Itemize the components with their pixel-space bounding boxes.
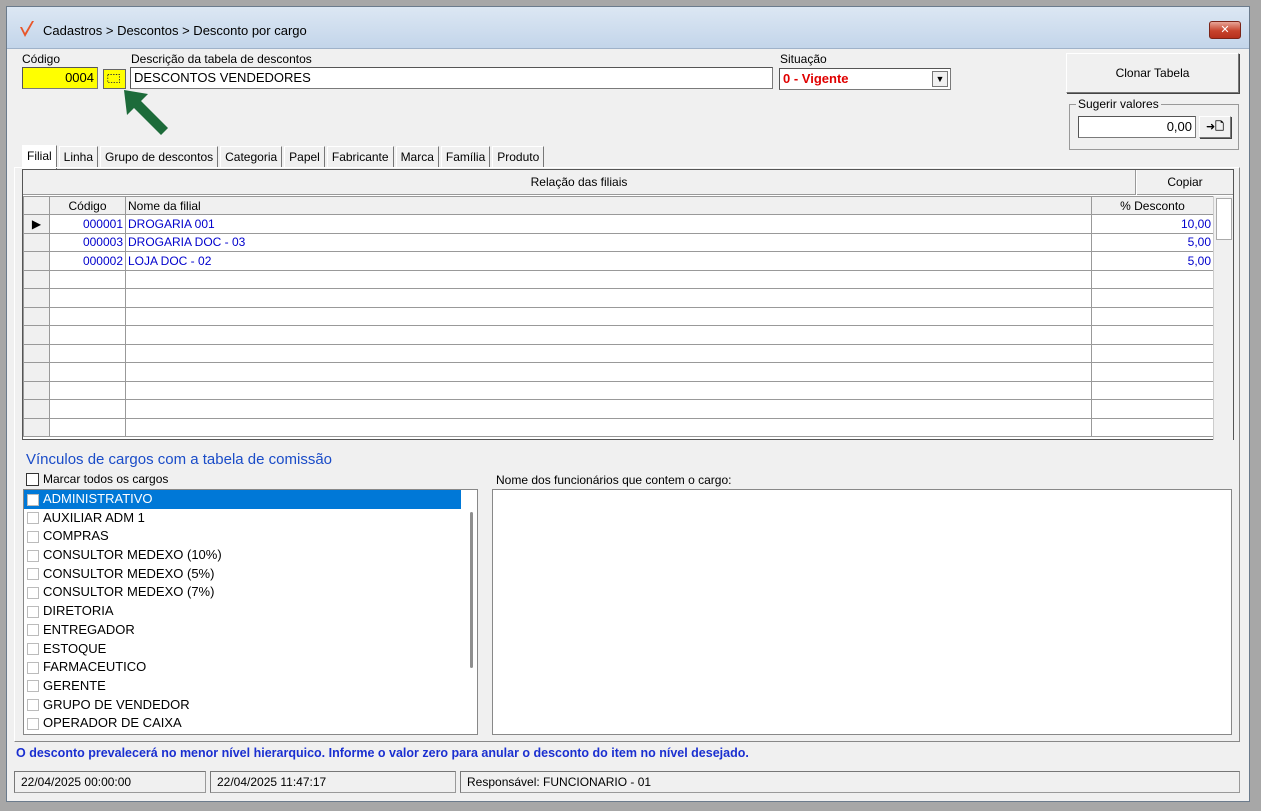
grid-caption: Relação das filiais xyxy=(23,170,1136,195)
row-desconto[interactable]: 5,00 xyxy=(1091,251,1214,271)
close-button[interactable]: ✕ xyxy=(1209,21,1241,39)
table-row[interactable]: 000003 DROGARIA DOC - 03 5,00 xyxy=(23,232,1214,252)
chevron-down-icon[interactable]: ▼ xyxy=(932,71,948,87)
descricao-input[interactable]: DESCONTOS VENDEDORES xyxy=(130,67,773,89)
grid-scrollbar-thumb[interactable] xyxy=(1216,198,1232,240)
status-updated: 22/04/2025 11:47:17 xyxy=(210,771,456,793)
checkbox-icon[interactable] xyxy=(27,699,39,712)
tab-familia[interactable]: Família xyxy=(440,146,491,168)
col-desconto-header[interactable]: % Desconto xyxy=(1091,196,1214,215)
tab-strip: Filial Linha Grupo de descontos Categori… xyxy=(22,145,546,169)
employees-label: Nome dos funcionários que contem o cargo… xyxy=(496,473,732,487)
checkbox-icon[interactable] xyxy=(27,605,39,618)
checkbox-icon[interactable] xyxy=(27,512,39,525)
descricao-label: Descrição da tabela de descontos xyxy=(131,52,312,66)
table-row-empty[interactable] xyxy=(23,343,1214,363)
row-nome[interactable]: DROGARIA 001 xyxy=(125,214,1092,234)
row-indicator xyxy=(23,232,50,252)
copiar-button[interactable]: Copiar xyxy=(1137,170,1233,195)
grid-scrollbar[interactable] xyxy=(1213,196,1233,440)
row-nome[interactable]: DROGARIA DOC - 03 xyxy=(125,232,1092,252)
indicator-header xyxy=(23,196,50,215)
arrow-annotation-icon xyxy=(124,90,168,135)
filiais-table: Código Nome da filial % Desconto ▶ 00000… xyxy=(23,196,1214,437)
list-item[interactable]: OPERADOR DE CAIXA xyxy=(24,714,477,733)
checkbox-icon[interactable] xyxy=(27,717,39,730)
checkbox-icon[interactable] xyxy=(27,568,39,581)
tab-categoria[interactable]: Categoria xyxy=(220,146,283,168)
checkbox-icon[interactable] xyxy=(26,473,39,487)
mark-all-checkbox[interactable]: Marcar todos os cargos xyxy=(26,472,169,487)
col-nome-header[interactable]: Nome da filial xyxy=(125,196,1092,215)
status-created: 22/04/2025 00:00:00 xyxy=(14,771,206,793)
employees-list[interactable] xyxy=(492,489,1232,735)
list-item[interactable]: ESTOQUE xyxy=(24,640,477,659)
tab-produto[interactable]: Produto xyxy=(492,146,545,168)
list-item[interactable]: GRUPO DE VENDEDOR xyxy=(24,696,477,715)
table-row-empty[interactable] xyxy=(23,362,1214,382)
table-row-empty[interactable] xyxy=(23,269,1214,289)
vinculos-title: Vínculos de cargos com a tabela de comis… xyxy=(26,451,332,468)
list-item[interactable]: DIRETORIA xyxy=(24,602,477,621)
window-title: Cadastros > Descontos > Desconto por car… xyxy=(43,23,307,38)
table-row-empty[interactable] xyxy=(23,288,1214,308)
codigo-input[interactable]: 0004 xyxy=(22,67,98,89)
table-row-empty[interactable] xyxy=(23,417,1214,437)
list-item[interactable]: COMPRAS xyxy=(24,527,477,546)
tab-grupo-de-descontos[interactable]: Grupo de descontos xyxy=(100,146,219,168)
tab-filial[interactable]: Filial xyxy=(22,145,57,169)
row-indicator xyxy=(23,251,50,271)
situacao-label: Situação xyxy=(780,52,827,66)
checkbox-icon[interactable] xyxy=(27,587,39,599)
table-row-empty[interactable] xyxy=(23,306,1214,326)
col-codigo-header[interactable]: Código xyxy=(49,196,126,215)
status-responsavel: Responsável: FUNCIONARIO - 01 xyxy=(460,771,1240,793)
checkbox-icon[interactable] xyxy=(27,530,39,543)
sugerir-valores-input[interactable]: 0,00 xyxy=(1078,116,1196,138)
situacao-select[interactable]: 0 - Vigente ▼ xyxy=(779,68,951,90)
roles-scrollbar[interactable] xyxy=(470,512,473,668)
row-indicator-icon: ▶ xyxy=(23,214,50,234)
list-item[interactable]: ADMINISTRATIVO xyxy=(24,490,461,509)
checkbox-icon[interactable] xyxy=(27,624,39,637)
row-desconto[interactable]: 5,00 xyxy=(1091,232,1214,252)
roles-list: ADMINISTRATIVO AUXILIAR ADM 1 COMPRAS CO… xyxy=(23,489,478,735)
checkbox-icon[interactable] xyxy=(27,549,39,562)
situacao-value: 0 - Vigente xyxy=(783,71,849,86)
list-item[interactable]: CONSULTOR MEDEXO (5%) xyxy=(24,565,477,584)
list-item[interactable]: CONSULTOR MEDEXO (10%) xyxy=(24,546,477,565)
table-row-empty[interactable] xyxy=(23,380,1214,400)
list-item[interactable]: FARMACEUTICO xyxy=(24,658,477,677)
checkbox-icon[interactable] xyxy=(27,493,39,506)
list-item[interactable]: AUXILIAR ADM 1 xyxy=(24,509,477,528)
tab-marca[interactable]: Marca xyxy=(395,146,439,168)
checkbox-icon[interactable] xyxy=(27,643,39,656)
row-codigo[interactable]: 000003 xyxy=(49,232,126,252)
row-nome[interactable]: LOJA DOC - 02 xyxy=(125,251,1092,271)
apply-suggest-button[interactable]: ➜🗋 xyxy=(1199,116,1231,138)
notice-text: O desconto prevalecerá no menor nível hi… xyxy=(16,746,749,760)
table-row-empty[interactable] xyxy=(23,325,1214,345)
tab-fabricante[interactable]: Fabricante xyxy=(326,146,394,168)
filiais-grid: Relação das filiais Copiar Código Nome d… xyxy=(22,169,1234,440)
mark-all-label: Marcar todos os cargos xyxy=(43,472,169,486)
table-row[interactable]: 000002 LOJA DOC - 02 5,00 xyxy=(23,251,1214,271)
checkbox-icon[interactable] xyxy=(27,680,39,693)
row-codigo[interactable]: 000002 xyxy=(49,251,126,271)
table-row[interactable]: ▶ 000001 DROGARIA 001 10,00 xyxy=(23,214,1214,234)
codigo-label: Código xyxy=(22,52,61,66)
sugerir-valores-label: Sugerir valores xyxy=(1076,97,1161,111)
tab-linha[interactable]: Linha xyxy=(58,146,99,168)
table-row-empty[interactable] xyxy=(23,399,1214,419)
list-item[interactable]: GERENTE xyxy=(24,677,477,696)
row-codigo[interactable]: 000001 xyxy=(49,214,126,234)
row-desconto[interactable]: 10,00 xyxy=(1091,214,1214,234)
title-bar: Cadastros > Descontos > Desconto por car… xyxy=(7,7,1249,49)
app-logo-icon xyxy=(20,21,34,37)
tab-papel[interactable]: Papel xyxy=(284,146,325,168)
checkbox-icon[interactable] xyxy=(27,661,39,674)
clonar-tabela-button[interactable]: Clonar Tabela xyxy=(1066,53,1239,93)
list-item[interactable]: CONSULTOR MEDEXO (7%) xyxy=(24,583,477,602)
list-item[interactable]: ENTREGADOR xyxy=(24,621,477,640)
